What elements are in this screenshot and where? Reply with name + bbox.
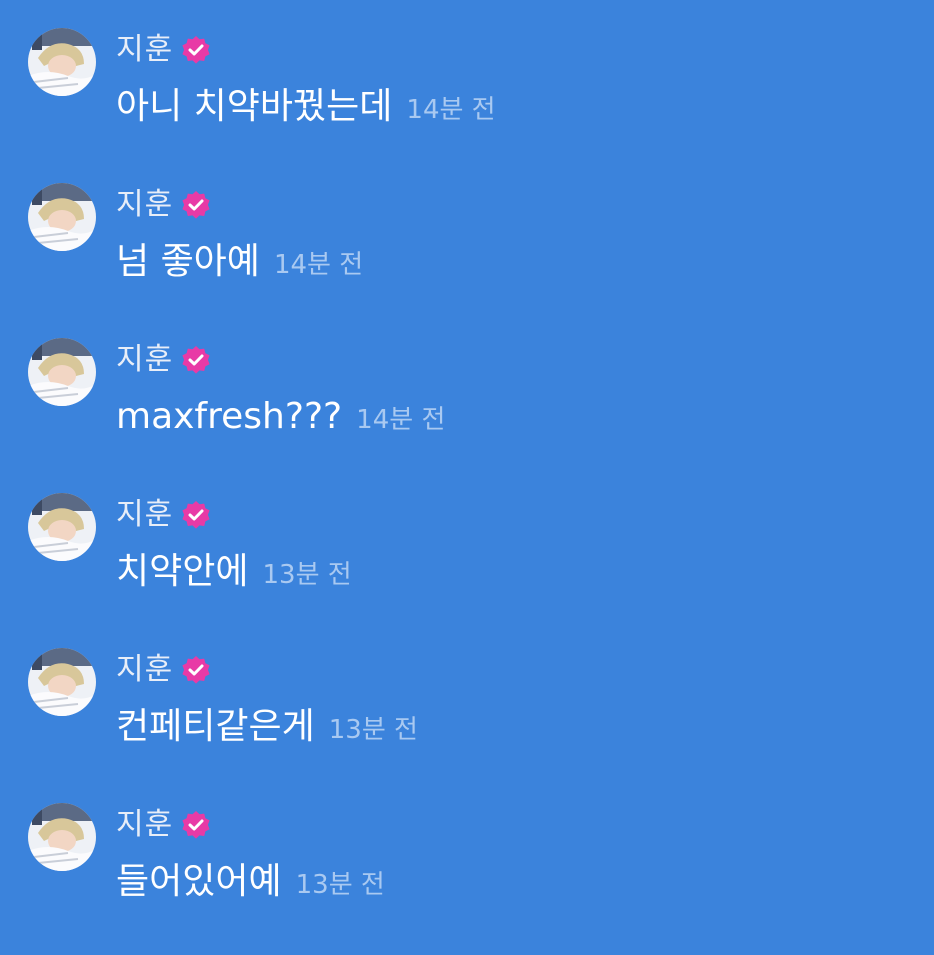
verified-badge-icon	[181, 345, 211, 375]
sender-row: 지훈	[116, 185, 211, 225]
message-text: 컨페티같은게	[116, 706, 315, 747]
message-text: 아니 치약바꿨는데	[116, 86, 393, 127]
avatar[interactable]	[28, 183, 96, 251]
sender-name: 지훈	[116, 32, 174, 67]
avatar[interactable]	[28, 28, 96, 96]
message-text: 치약안에	[116, 551, 249, 592]
sender-name: 지훈	[116, 497, 174, 532]
chat-message: 지훈 컨페티같은게 13분 전	[0, 648, 934, 798]
message-row: 아니 치약바꿨는데 14분 전	[116, 82, 496, 132]
verified-badge-icon	[181, 655, 211, 685]
sender-row: 지훈	[116, 805, 211, 845]
message-time: 13분 전	[328, 715, 418, 745]
chat-message: 지훈 들어있어예 13분 전	[0, 803, 934, 953]
verified-badge-icon	[181, 35, 211, 65]
sender-row: 지훈	[116, 30, 211, 70]
sender-name: 지훈	[116, 652, 174, 687]
sender-name: 지훈	[116, 187, 174, 222]
message-time: 13분 전	[295, 870, 385, 900]
message-row: maxfresh??? 14분 전	[116, 392, 445, 442]
sender-row: 지훈	[116, 340, 211, 380]
sender-name: 지훈	[116, 807, 174, 842]
chat-message: 지훈 넘 좋아예 14분 전	[0, 183, 934, 333]
avatar[interactable]	[28, 803, 96, 871]
sender-row: 지훈	[116, 650, 211, 690]
chat-message: 지훈 치약안에 13분 전	[0, 493, 934, 643]
message-row: 넘 좋아예 14분 전	[116, 237, 363, 287]
message-row: 컨페티같은게 13분 전	[116, 702, 418, 752]
message-time: 14분 전	[273, 250, 364, 280]
verified-badge-icon	[181, 190, 211, 220]
avatar[interactable]	[28, 648, 96, 716]
verified-badge-icon	[181, 810, 211, 840]
avatar[interactable]	[28, 338, 96, 406]
avatar[interactable]	[28, 493, 96, 561]
sender-row: 지훈	[116, 495, 211, 535]
message-row: 치약안에 13분 전	[116, 547, 352, 597]
message-text: maxfresh???	[116, 396, 343, 437]
chat-message: 지훈 maxfresh??? 14분 전	[0, 338, 934, 488]
message-time: 13분 전	[262, 560, 352, 590]
chat-message-list: 지훈 아니 치약바꿨는데 14분 전 지훈 넘 좋아예 14분 전 지훈 max…	[0, 0, 934, 955]
message-time: 14분 전	[406, 95, 496, 125]
message-row: 들어있어예 13분 전	[116, 857, 385, 907]
message-text: 들어있어예	[116, 861, 282, 902]
chat-message: 지훈 아니 치약바꿨는데 14분 전	[0, 28, 934, 178]
verified-badge-icon	[181, 500, 211, 530]
message-time: 14분 전	[356, 405, 446, 435]
message-text: 넘 좋아예	[116, 241, 260, 282]
sender-name: 지훈	[116, 342, 174, 377]
